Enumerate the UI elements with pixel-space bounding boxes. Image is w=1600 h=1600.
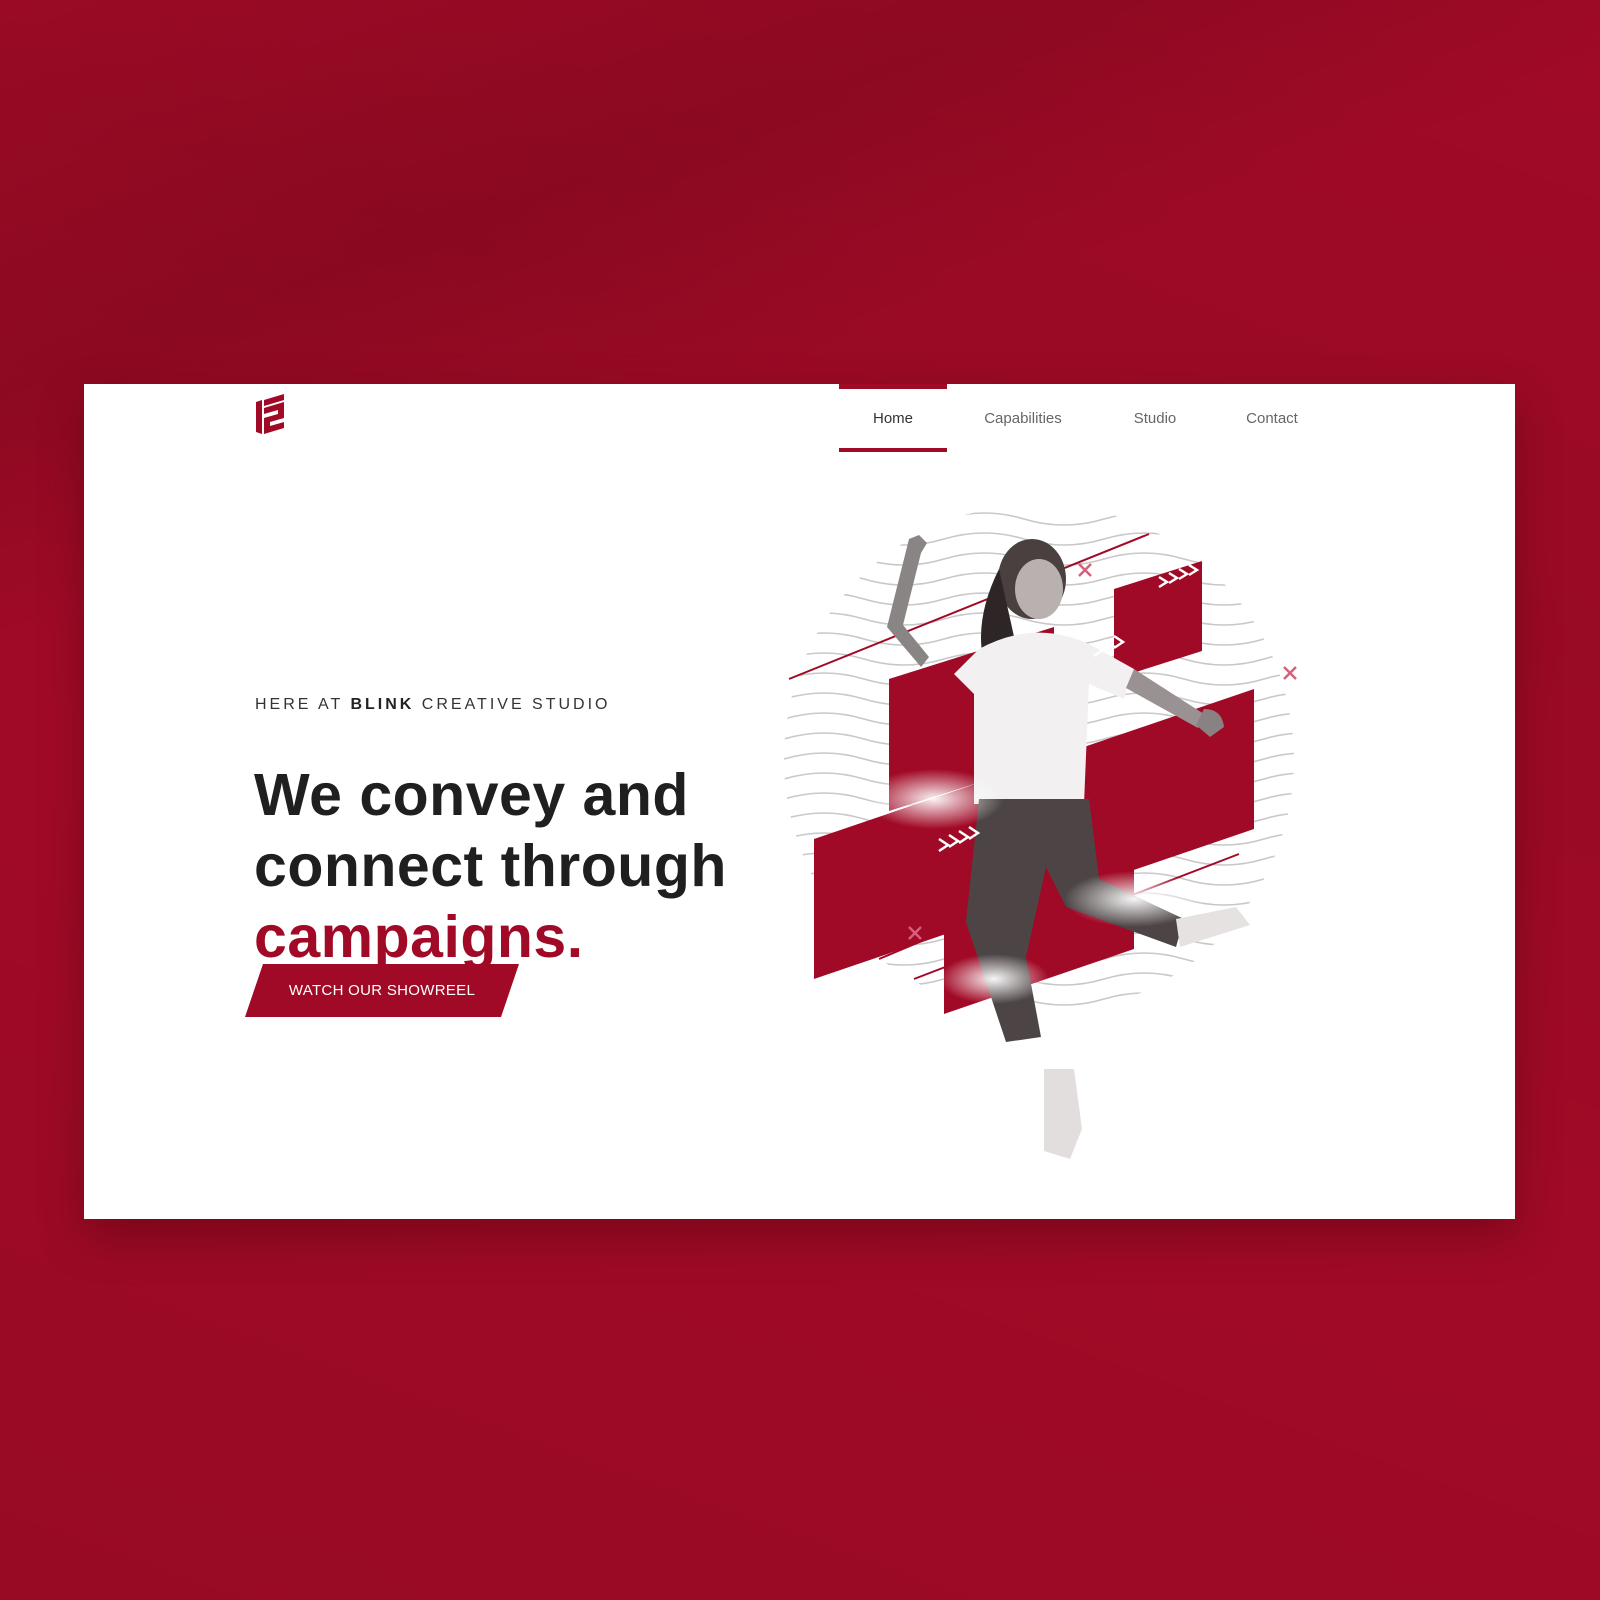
nav-studio[interactable]: Studio	[1099, 384, 1211, 452]
eyebrow-suffix: CREATIVE STUDIO	[421, 696, 611, 713]
hero-illustration	[784, 512, 1297, 1159]
eyebrow-brand: BLINK	[350, 696, 415, 713]
hero-title-line-2: connect through	[254, 832, 727, 899]
watch-showreel-button[interactable]: WATCH OUR SHOWREEL	[245, 964, 519, 1017]
logo-mark-icon[interactable]	[254, 394, 286, 434]
hero-title: We convey and connect through campaigns.	[254, 760, 814, 973]
landing-page-card: Home Capabilities Studio Contact HERE AT…	[84, 384, 1515, 1219]
eyebrow-prefix: HERE AT	[255, 696, 343, 713]
nav-capabilities[interactable]: Capabilities	[947, 384, 1099, 452]
hero-eyebrow: HERE AT BLINK CREATIVE STUDIO	[255, 696, 611, 714]
nav-home[interactable]: Home	[839, 384, 947, 452]
main-nav: Home Capabilities Studio Contact	[839, 384, 1333, 452]
hero-title-accent: campaigns.	[254, 903, 584, 970]
hero-title-line-1: We convey and	[254, 761, 689, 828]
nav-contact[interactable]: Contact	[1211, 384, 1333, 452]
watch-showreel-label: WATCH OUR SHOWREEL	[288, 982, 476, 999]
